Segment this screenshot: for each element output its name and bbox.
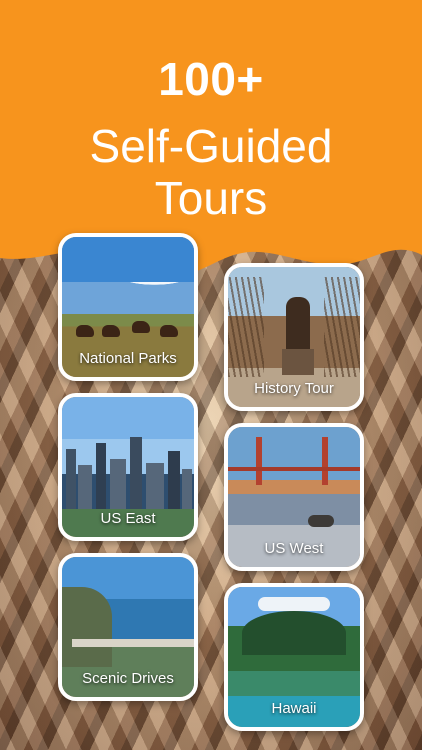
card-hawaii[interactable]: Hawaii	[224, 583, 364, 731]
headline-subtitle-line2: Tours	[154, 172, 268, 224]
card-us-west[interactable]: US West	[224, 423, 364, 571]
card-label: Scenic Drives	[82, 670, 174, 687]
card-label: National Parks	[79, 350, 177, 367]
card-us-east[interactable]: US East	[58, 393, 198, 541]
card-label: US West	[264, 540, 324, 557]
card-label: History Tour	[254, 380, 334, 397]
card-scenic-drives[interactable]: Scenic Drives	[58, 553, 198, 701]
headline-count: 100+	[158, 53, 264, 105]
headline-subtitle-line1: Self-Guided	[89, 120, 333, 172]
card-label: Hawaii	[271, 700, 317, 717]
headline-subtitle: Self-Guided Tours	[0, 120, 422, 224]
card-history-tour[interactable]: History Tour	[224, 263, 364, 411]
card-national-parks[interactable]: National Parks	[58, 233, 198, 381]
card-label: US East	[100, 510, 156, 527]
